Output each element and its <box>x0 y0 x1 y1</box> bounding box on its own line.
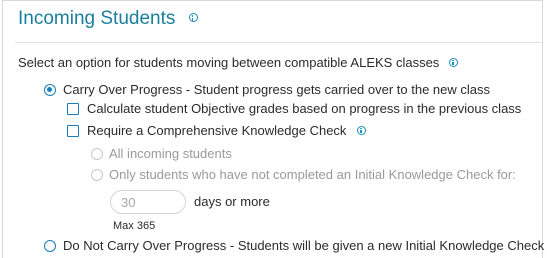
do-not-carry-radio[interactable] <box>44 240 56 252</box>
only-students-radio[interactable] <box>91 169 103 181</box>
options-prompt: Select an option for students moving bet… <box>18 55 458 70</box>
info-icon[interactable] <box>188 12 198 22</box>
days-input[interactable] <box>110 190 186 214</box>
require-check-checkbox[interactable] <box>67 125 79 137</box>
section-title: Incoming Students <box>18 8 198 30</box>
calc-objective-checkbox[interactable] <box>67 103 79 115</box>
carry-over-radio[interactable] <box>44 84 56 96</box>
info-icon[interactable] <box>448 57 458 67</box>
days-max-hint: Max 365 <box>113 220 156 232</box>
info-icon[interactable] <box>357 125 367 135</box>
carry-over-label[interactable]: Carry Over Progress - Student progress g… <box>63 82 490 97</box>
section-title-text: Incoming Students <box>18 8 176 29</box>
days-suffix: days or more <box>194 194 270 209</box>
divider <box>15 42 542 43</box>
require-check-label[interactable]: Require a Comprehensive Knowledge Check <box>87 123 346 138</box>
options-prompt-text: Select an option for students moving bet… <box>18 55 440 70</box>
all-incoming-label[interactable]: All incoming students <box>109 146 232 161</box>
calc-objective-label[interactable]: Calculate student Objective grades based… <box>87 101 521 116</box>
only-students-label[interactable]: Only students who have not completed an … <box>109 167 516 182</box>
require-check-row: Require a Comprehensive Knowledge Check <box>87 123 367 138</box>
incoming-students-panel: Incoming Students Select an option for s… <box>2 0 544 258</box>
all-incoming-radio[interactable] <box>91 148 103 160</box>
do-not-carry-label[interactable]: Do Not Carry Over Progress - Students wi… <box>63 238 544 253</box>
